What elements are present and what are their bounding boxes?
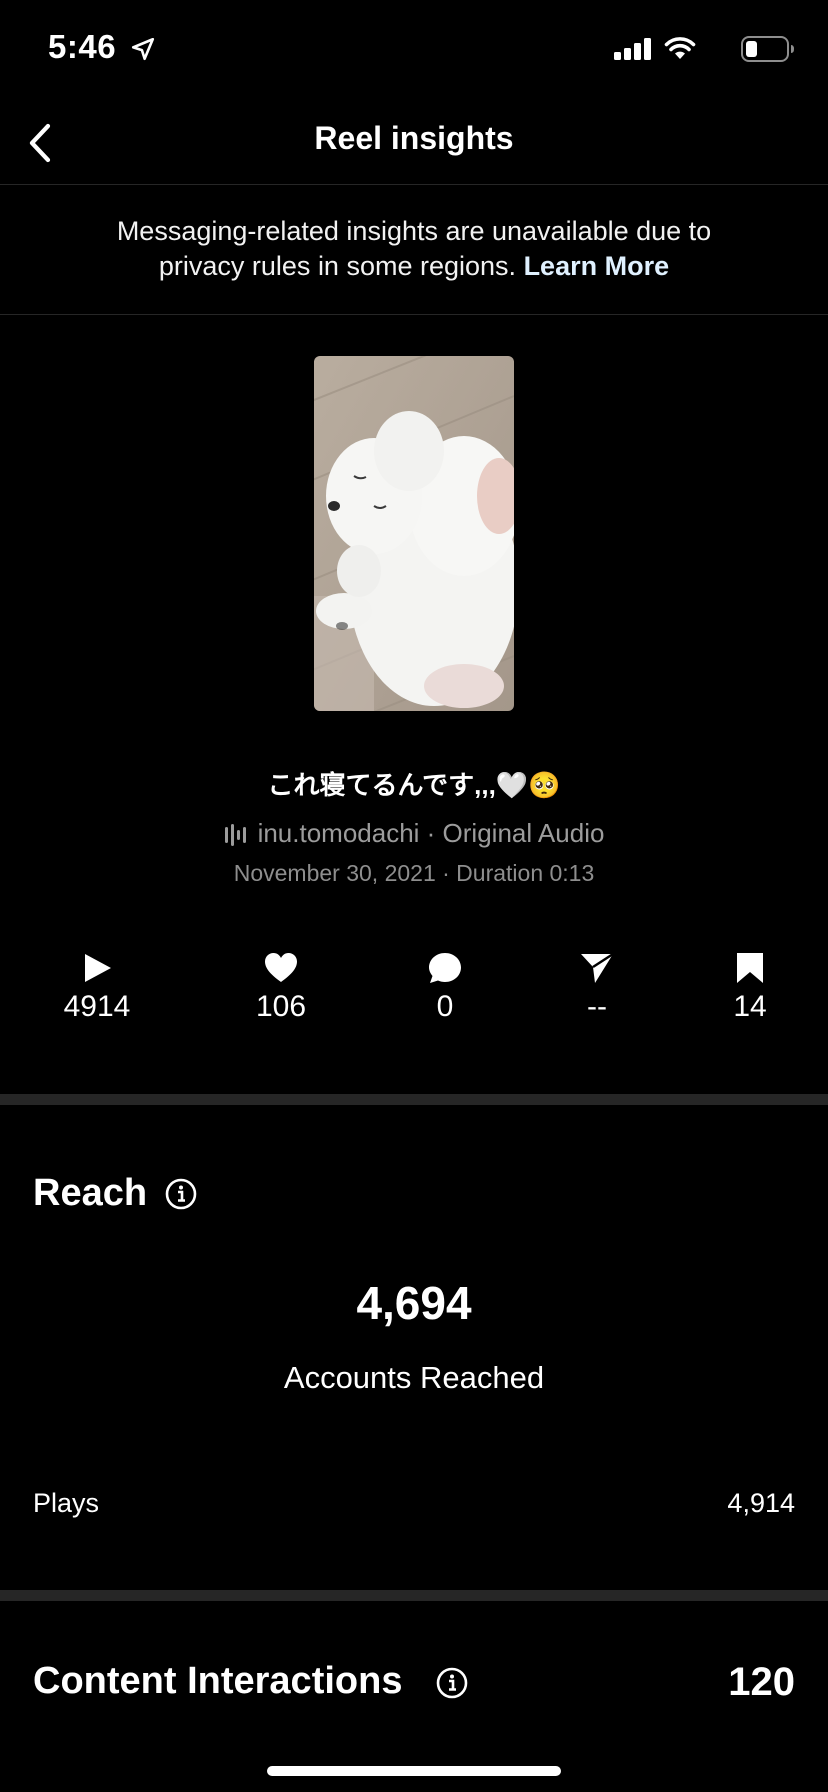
reach-info-icon[interactable] xyxy=(165,1178,197,1210)
content-interactions-title: Content Interactions xyxy=(33,1660,403,1702)
cellular-signal-icon xyxy=(614,38,651,60)
comments-count: 0 xyxy=(436,990,454,1023)
reach-header: Reach xyxy=(33,1172,147,1215)
section-separator xyxy=(0,1094,828,1105)
audio-label: inu.tomodachi · Original Audio xyxy=(257,818,605,848)
notice-text-line1: Messaging-related insights are unavailab… xyxy=(116,216,712,246)
stat-comments: 0 xyxy=(375,952,515,1024)
accounts-reached-label: Accounts Reached xyxy=(283,1360,545,1395)
wifi-icon xyxy=(664,37,696,59)
content-interactions-value: 120 xyxy=(728,1660,795,1704)
privacy-notice: Messaging-related insights are unavailab… xyxy=(60,214,768,284)
header-divider xyxy=(0,184,828,185)
accounts-reached-value: 4,694 xyxy=(356,1277,472,1329)
plays-row-label: Plays xyxy=(33,1488,100,1518)
plays-row-value: 4,914 xyxy=(727,1488,795,1518)
battery-icon xyxy=(741,36,794,62)
notice-divider xyxy=(0,314,828,315)
likes-count: 106 xyxy=(255,990,307,1023)
status-time: 5:46 xyxy=(48,28,117,65)
comment-icon xyxy=(429,953,461,983)
content-interactions-header: Content Interactions xyxy=(33,1660,402,1703)
location-arrow-icon xyxy=(131,37,155,61)
saves-count: 14 xyxy=(733,990,767,1023)
heart-icon xyxy=(265,953,297,982)
stat-shares: -- xyxy=(527,952,667,1024)
notice-text-line2: privacy rules in some regions. xyxy=(158,251,517,281)
reel-caption: これ寝てるんです,,,🤍🥺 xyxy=(267,770,561,800)
home-indicator[interactable] xyxy=(267,1766,561,1776)
stat-plays: 4914 xyxy=(27,952,167,1024)
plays-count: 4914 xyxy=(63,990,131,1023)
bookmark-icon xyxy=(737,953,763,983)
reel-thumbnail-image xyxy=(314,356,514,711)
learn-more-link[interactable]: Learn More xyxy=(524,251,670,281)
reel-meta: November 30, 2021 · Duration 0:13 xyxy=(233,860,595,886)
shares-count: -- xyxy=(587,990,607,1023)
stat-saves: 14 xyxy=(680,952,820,1024)
send-icon xyxy=(581,952,614,983)
reach-title: Reach xyxy=(33,1172,148,1214)
stat-likes: 106 xyxy=(211,952,351,1024)
section-separator xyxy=(0,1590,828,1601)
audio-wave-icon xyxy=(224,824,246,847)
page-title: Reel insights xyxy=(314,120,514,156)
play-icon xyxy=(85,954,111,982)
reel-thumbnail[interactable] xyxy=(314,356,514,711)
content-interactions-info-icon[interactable] xyxy=(436,1667,468,1699)
audio-attribution[interactable]: inu.tomodachi · Original Audio xyxy=(0,818,828,849)
